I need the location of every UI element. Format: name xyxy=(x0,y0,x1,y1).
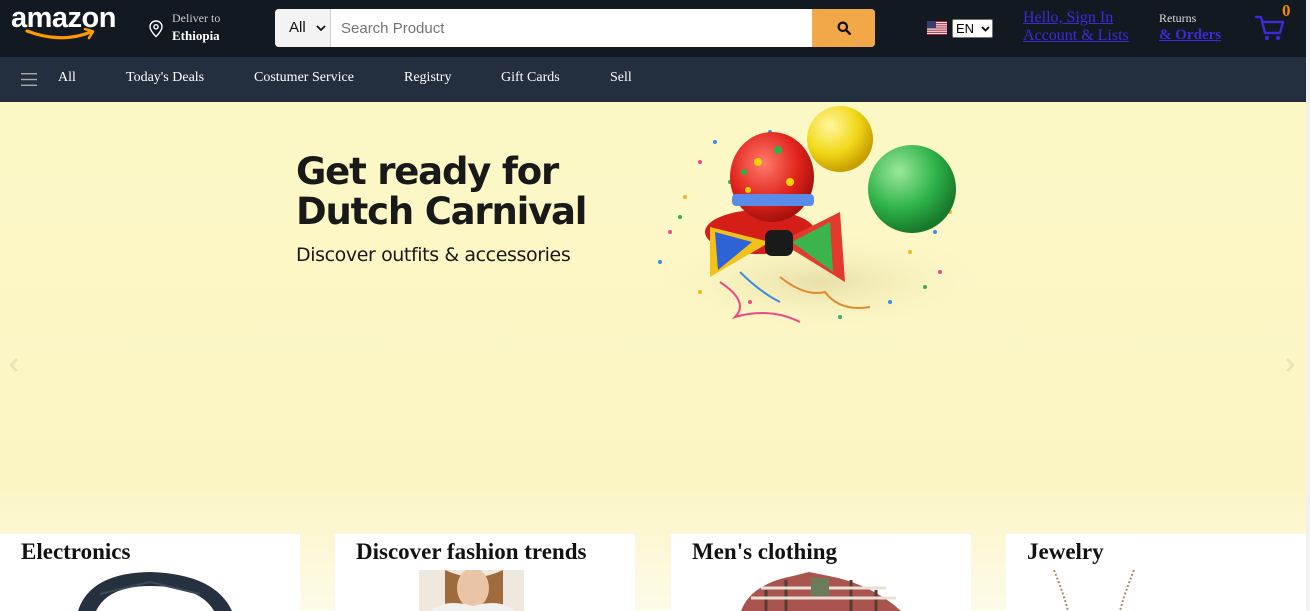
orders-link[interactable]: & Orders xyxy=(1159,27,1221,44)
nav-item-gift-cards[interactable]: Gift Cards xyxy=(501,70,560,86)
language-value: EN xyxy=(956,21,975,36)
search-input[interactable] xyxy=(331,9,812,47)
hamburger-icon[interactable] xyxy=(21,72,37,87)
necklace-image xyxy=(1053,570,1135,611)
search-bar: All xyxy=(275,9,875,47)
category-card-mens-clothing[interactable]: Men's clothing xyxy=(671,534,971,611)
top-header: amazon Deliver to Ethiopia All Search Pr… xyxy=(0,0,1310,57)
shopping-cart-icon xyxy=(1254,15,1285,41)
cart-button[interactable]: 0 xyxy=(1254,1,1294,46)
returns-orders: Returns & Orders xyxy=(1159,11,1229,47)
scrollbar[interactable] xyxy=(1306,0,1310,611)
account-menu: Hello, Sign In Account & Lists xyxy=(1023,9,1143,47)
nav-item-all[interactable]: All xyxy=(58,70,76,86)
returns-label: Returns xyxy=(1159,11,1197,25)
language-select[interactable]: EN xyxy=(952,19,993,38)
deliver-location: Ethiopia xyxy=(172,28,220,43)
search-category-value: All xyxy=(289,19,306,36)
nav-item-todays-deals[interactable]: Today's Deals xyxy=(126,70,204,86)
nav-bar: All Today's Deals Costumer Service Regis… xyxy=(0,57,1306,102)
sign-in-link[interactable]: Hello, Sign In xyxy=(1023,9,1113,27)
search-button[interactable] xyxy=(812,9,875,47)
chevron-down-icon xyxy=(316,25,326,32)
carnival-hat-balloons-image xyxy=(650,106,990,332)
us-flag-icon xyxy=(927,21,947,35)
watch-band-image xyxy=(78,572,232,611)
chevron-down-icon xyxy=(981,26,990,32)
carousel-next-icon[interactable] xyxy=(1285,357,1295,373)
nav-item-registry[interactable]: Registry xyxy=(404,70,451,86)
plaid-shirt-image xyxy=(741,572,901,611)
category-card-fashion[interactable]: Discover fashion trends xyxy=(335,534,635,611)
language-selector: EN xyxy=(927,19,995,39)
carousel-prev-icon[interactable] xyxy=(9,357,19,373)
category-card-electronics[interactable]: Electronics xyxy=(0,534,300,611)
hero-subtitle: Discover outfits & accessories xyxy=(296,244,571,266)
category-card-jewelry[interactable]: Jewelry xyxy=(1006,534,1306,611)
search-category-select[interactable]: All xyxy=(275,9,331,47)
nav-item-sell[interactable]: Sell xyxy=(610,70,632,86)
deliver-to-label: Deliver to xyxy=(172,11,221,25)
card-title: Men's clothing xyxy=(692,539,838,564)
logo-smile-icon xyxy=(25,28,95,40)
card-title: Electronics xyxy=(21,539,131,564)
amazon-logo[interactable]: amazon xyxy=(11,1,123,45)
magnifier-icon xyxy=(837,21,851,35)
card-title: Discover fashion trends xyxy=(356,539,587,564)
fashion-model-image xyxy=(419,570,524,611)
map-pin-icon xyxy=(149,20,163,38)
nav-item-customer-service[interactable]: Costumer Service xyxy=(254,70,354,86)
deliver-to[interactable]: Deliver to Ethiopia xyxy=(148,11,248,45)
account-lists-link[interactable]: Account & Lists xyxy=(1023,27,1129,45)
hero-title: Get ready for Dutch Carnival xyxy=(296,150,587,233)
card-title: Jewelry xyxy=(1027,539,1104,564)
